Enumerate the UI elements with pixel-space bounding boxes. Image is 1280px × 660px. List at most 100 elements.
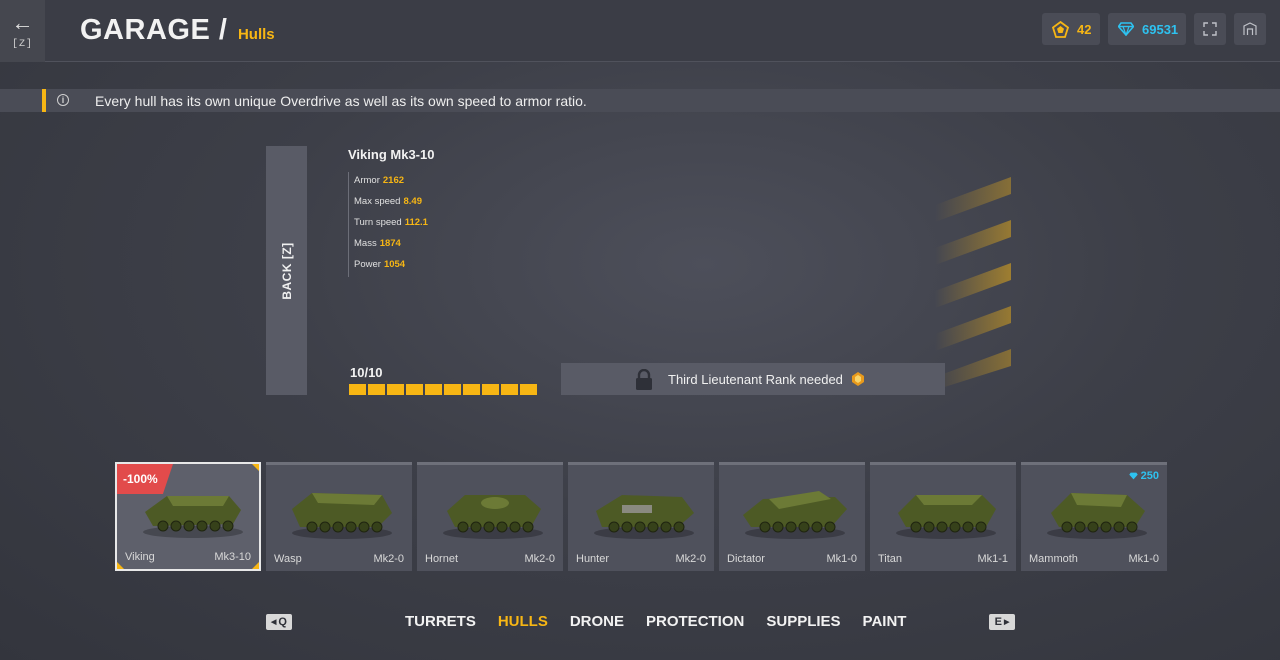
page-title: GARAGE / Hulls — [80, 14, 275, 47]
hull-card-hornet[interactable]: Hornet Mk2-0 — [417, 462, 563, 571]
stat-row: Power 1054 — [348, 256, 428, 277]
rank-lock-box: Third Lieutenant Rank needed — [561, 363, 945, 395]
back-key-hint: [Z] — [11, 38, 33, 50]
back-button[interactable]: ← [Z] — [0, 0, 45, 62]
progress-segment — [425, 384, 442, 395]
hull-modification: Mk3-10 — [214, 551, 251, 563]
rank-insignia-icon — [852, 372, 864, 386]
hull-name: Mammoth — [1029, 553, 1078, 565]
hull-name: Hornet — [425, 553, 459, 565]
hull-card-hunter[interactable]: Hunter Mk2-0 — [568, 462, 714, 571]
hull-card-mammoth[interactable]: 250 Mammoth Mk1-0 — [1021, 462, 1167, 571]
info-icon: i — [57, 94, 69, 106]
stat-row: Mass 1874 — [348, 235, 428, 256]
tip-text: Every hull has its own unique Overdrive … — [95, 93, 587, 109]
hull-modification: Mk1-1 — [977, 553, 1008, 565]
diamonds-value: 69531 — [1142, 21, 1179, 37]
hull-modification: Mk1-0 — [1128, 553, 1159, 565]
stat-label: Max speed — [354, 196, 401, 207]
hull-card-dictator[interactable]: Dictator Mk1-0 — [719, 462, 865, 571]
rank-requirement-text: Third Lieutenant Rank needed — [668, 372, 843, 387]
stat-value: 1054 — [383, 259, 406, 270]
hull-image — [739, 483, 849, 544]
hull-modification: Mk2-0 — [675, 553, 706, 565]
page-subtitle: Hulls — [237, 26, 275, 43]
price-value: 250 — [1140, 470, 1159, 482]
price-tag: 250 — [1128, 470, 1159, 482]
hull-card-viking[interactable]: -100% Viking Mk3-10 — [115, 462, 261, 571]
page-title-main: GARAGE / — [80, 14, 228, 46]
progress-segment — [463, 384, 480, 395]
tip-bar: i Every hull has its own unique Overdriv… — [0, 89, 1280, 112]
next-category-button[interactable]: E ▶ — [989, 614, 1015, 630]
tab-turrets[interactable]: TURRETS — [405, 613, 476, 630]
stat-row: Max speed 8.49 — [348, 193, 428, 214]
hull-name: Viking — [125, 551, 155, 563]
stat-label: Power — [354, 259, 381, 270]
item-name: Viking Mk3-10 — [348, 147, 435, 162]
back-panel-button[interactable]: BACK [Z] — [266, 146, 307, 395]
hull-card-titan[interactable]: Titan Mk1-1 — [870, 462, 1016, 571]
stat-label: Armor — [354, 175, 380, 186]
category-tabs: TURRETS HULLS DRONE PROTECTION SUPPLIES PAINT — [405, 613, 906, 630]
progress-segment — [482, 384, 499, 395]
tab-protection[interactable]: PROTECTION — [646, 613, 744, 630]
upgrade-level-text: 10/10 — [350, 365, 383, 380]
diamond-icon — [1128, 472, 1138, 480]
progress-segment — [368, 384, 385, 395]
hull-name: Wasp — [274, 553, 302, 565]
building-icon — [1243, 22, 1257, 35]
progress-segment — [387, 384, 404, 395]
hull-name: Hunter — [576, 553, 610, 565]
crystals-value: 42 — [1077, 21, 1092, 37]
diamond-icon — [1118, 22, 1134, 36]
hull-card-wasp[interactable]: Wasp Mk2-0 — [266, 462, 412, 571]
stat-label: Turn speed — [354, 217, 402, 228]
tip-accent — [42, 89, 46, 112]
hull-image — [890, 483, 1000, 544]
hull-name: Dictator — [727, 553, 765, 565]
progress-segment — [501, 384, 518, 395]
stat-value: 1874 — [379, 238, 401, 249]
stat-value: 112.1 — [404, 217, 428, 228]
right-triangle-icon: ▶ — [1003, 619, 1010, 626]
progress-segment — [520, 384, 537, 395]
progress-segment — [406, 384, 423, 395]
stat-value: 8.49 — [403, 196, 422, 207]
next-key-label: E — [994, 616, 1002, 628]
prev-category-button[interactable]: ◀ Q — [266, 614, 292, 630]
exit-game-button[interactable] — [1234, 13, 1266, 45]
stat-row: Armor 2162 — [348, 172, 428, 193]
top-bar: ← [Z] GARAGE / Hulls 42 69531 — [0, 0, 1280, 62]
corner-marker — [252, 464, 259, 471]
hull-list: -100% Viking Mk3-10 Wasp Mk2-0 Hornet Mk2-0 Hun… — [115, 462, 1167, 572]
hull-image — [588, 483, 698, 544]
fullscreen-icon — [1203, 22, 1217, 36]
back-panel-label: BACK [Z] — [279, 241, 294, 300]
progress-segment — [349, 384, 366, 395]
corner-marker — [252, 562, 259, 569]
hull-name: Titan — [878, 553, 903, 565]
hazard-stripes-decoration — [935, 177, 1011, 390]
diamonds-counter[interactable]: 69531 — [1108, 13, 1186, 45]
left-triangle-icon: ◀ — [271, 619, 277, 626]
hull-image — [437, 483, 547, 544]
crystals-counter[interactable]: 42 — [1042, 13, 1100, 45]
fullscreen-button[interactable] — [1194, 13, 1226, 45]
tab-hulls[interactable]: HULLS — [498, 613, 548, 630]
hull-image — [1041, 483, 1151, 544]
hull-modification: Mk1-0 — [826, 553, 857, 565]
back-arrow-icon: ← — [11, 9, 34, 35]
hull-modification: Mk2-0 — [373, 553, 404, 565]
hull-image — [286, 483, 396, 544]
tab-drone[interactable]: DRONE — [570, 613, 624, 630]
tab-supplies[interactable]: SUPPLIES — [766, 613, 840, 630]
progress-segment — [444, 384, 461, 395]
lock-icon — [636, 369, 652, 390]
hull-modification: Mk2-0 — [524, 553, 555, 565]
corner-marker — [117, 562, 124, 569]
crystal-icon — [1052, 20, 1069, 38]
tab-paint[interactable]: PAINT — [863, 613, 907, 630]
stat-label: Mass — [354, 238, 377, 249]
stats-list: Armor 2162 Max speed 8.49 Turn speed 112.1 Mas… — [348, 172, 428, 277]
